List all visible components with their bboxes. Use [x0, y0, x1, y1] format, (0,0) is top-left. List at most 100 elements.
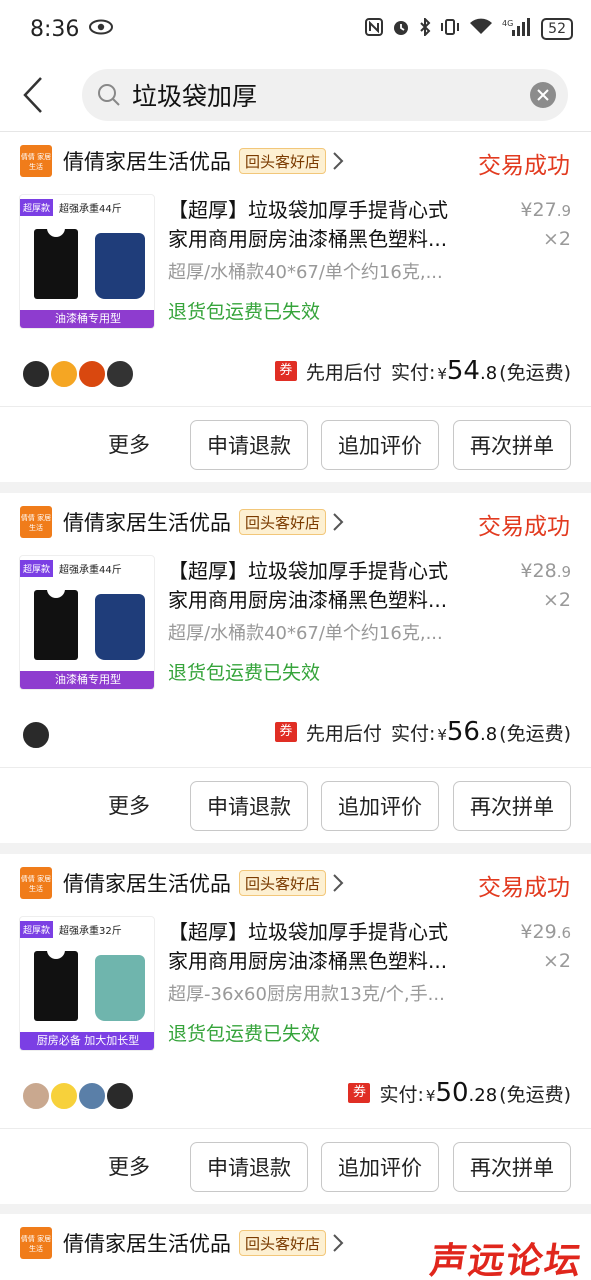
product-image[interactable]: 超厚款 超强承重32斤 厨房必备 加大加长型	[19, 916, 155, 1051]
chevron-right-icon	[332, 150, 348, 172]
product-title[interactable]: 【超厚】垃圾袋加厚手提背心式 家用商用厨房油漆桶黑色塑料...	[168, 557, 502, 615]
currency-symbol: ¥	[437, 365, 447, 383]
more-button[interactable]: 更多	[108, 420, 150, 470]
product-image[interactable]: 超厚款 超强承重44斤 油漆桶专用型	[19, 194, 155, 329]
add-review-button[interactable]: 追加评价	[321, 781, 439, 831]
order-status: 交易成功	[478, 514, 570, 540]
order-actions: 更多 申请退款 追加评价 再次拼单	[0, 781, 591, 831]
bucket-graphic	[95, 594, 145, 660]
avatar	[21, 359, 51, 389]
more-button[interactable]: 更多	[108, 781, 150, 831]
reorder-button[interactable]: 再次拼单	[453, 420, 571, 470]
quantity: ×2	[542, 589, 571, 611]
shipping-note: (免运费)	[499, 362, 571, 384]
payment-summary: 券 先用后付 实付: ¥ 56 .8 (免运费)	[274, 717, 571, 747]
product-spec: 超厚/水桶款40*67/单个约16克,...	[168, 262, 443, 283]
shop-logo: 倩倩 家居生活	[20, 1227, 52, 1259]
shop-tag-badge: 回头客好店	[239, 509, 327, 535]
product-image[interactable]: 超厚款 超强承重44斤 油漆桶专用型	[19, 555, 155, 690]
product-title-line2: 家用商用厨房油漆桶黑色塑料...	[168, 227, 448, 251]
unit-price: ¥28.9	[520, 560, 571, 582]
search-header: 垃圾袋加厚	[0, 58, 591, 132]
more-button[interactable]: 更多	[108, 1142, 150, 1192]
status-time: 8:36	[30, 16, 80, 42]
product-title[interactable]: 【超厚】垃圾袋加厚手提背心式 家用商用厨房油漆桶黑色塑料...	[168, 918, 502, 976]
trash-bag-graphic	[34, 943, 78, 1021]
avatar	[77, 359, 107, 389]
shop-name[interactable]: 倩倩家居生活优品	[63, 507, 231, 537]
clear-icon[interactable]	[530, 81, 556, 108]
image-tag: 超厚款	[20, 920, 54, 938]
currency-symbol: ¥	[425, 1087, 436, 1105]
nfc-icon	[365, 17, 384, 41]
vibrate-icon	[440, 18, 460, 41]
currency-symbol: ¥	[437, 726, 447, 744]
trash-bag-graphic	[34, 221, 78, 299]
amount-decimal: .8	[479, 724, 498, 745]
payment-summary: 券 实付: ¥ 50 .28 (免运费)	[348, 1078, 571, 1108]
refund-button[interactable]: 申请退款	[190, 420, 308, 470]
shop-name[interactable]: 倩倩家居生活优品	[63, 146, 231, 176]
shop-name[interactable]: 倩倩家居生活优品	[63, 1228, 231, 1258]
buyer-avatars	[21, 720, 51, 750]
avatar	[105, 359, 135, 389]
return-shipping-note: 退货包运费已失效	[168, 662, 321, 684]
reorder-button[interactable]: 再次拼单	[453, 781, 571, 831]
pay-method: 先用后付	[305, 723, 382, 745]
shipping-note: (免运费)	[499, 723, 571, 745]
shop-tag-badge: 回头客好店	[239, 148, 327, 174]
paid-label: 实付:	[379, 1084, 424, 1106]
shop-name[interactable]: 倩倩家居生活优品	[63, 868, 231, 898]
watermark: 声远论坛	[427, 1241, 586, 1280]
order-card: 倩倩 家居生活 倩倩家居生活优品 回头客好店 交易成功 超厚款 超强承重44斤 …	[0, 493, 591, 843]
search-icon	[94, 80, 124, 110]
avatar	[77, 1081, 107, 1111]
shop-tag-badge: 回头客好店	[239, 1230, 327, 1256]
image-headline: 超强承重32斤	[59, 925, 122, 937]
svg-text:4G: 4G	[502, 19, 513, 28]
reorder-button[interactable]: 再次拼单	[453, 1142, 571, 1192]
unit-price: ¥27.9	[520, 199, 571, 221]
order-status: 交易成功	[478, 875, 570, 901]
image-banner-bottom: 厨房必备 加大加长型	[20, 1032, 154, 1050]
product-title-line1: 【超厚】垃圾袋加厚手提背心式	[168, 559, 448, 583]
eye-icon	[89, 19, 114, 39]
avatar	[105, 1081, 135, 1111]
order-actions: 更多 申请退款 追加评价 再次拼单	[0, 420, 591, 470]
search-input[interactable]: 垃圾袋加厚	[82, 68, 568, 121]
image-banner-bottom: 油漆桶专用型	[20, 671, 154, 689]
shipping-note: (免运费)	[499, 1084, 571, 1106]
amount-integer: 54	[446, 356, 480, 386]
coupon-badge: 券	[274, 361, 297, 381]
refund-button[interactable]: 申请退款	[190, 1142, 308, 1192]
buyer-avatars	[21, 359, 135, 389]
search-query[interactable]: 垃圾袋加厚	[132, 77, 530, 113]
back-button[interactable]	[0, 58, 66, 132]
chevron-right-icon	[332, 511, 348, 533]
add-review-button[interactable]: 追加评价	[321, 420, 439, 470]
payment-summary: 券 先用后付 实付: ¥ 54 .8 (免运费)	[274, 356, 571, 386]
image-banner-top: 超厚款 超强承重44斤	[20, 556, 154, 580]
shop-tag-label: 回头客好店	[245, 513, 321, 532]
order-card: 倩倩 家居生活 倩倩家居生活优品 回头客好店 交易成功 超厚款 超强承重32斤 …	[0, 854, 591, 1204]
product-title[interactable]: 【超厚】垃圾袋加厚手提背心式 家用商用厨房油漆桶黑色塑料...	[168, 196, 502, 254]
add-review-button[interactable]: 追加评价	[321, 1142, 439, 1192]
paid-label: 实付:	[390, 362, 436, 384]
unit-price-dec: .9	[556, 202, 571, 220]
amount-integer: 50	[435, 1078, 469, 1108]
image-tag: 超厚款	[20, 198, 54, 216]
amount-decimal: .8	[479, 363, 498, 384]
shop-tag-label: 回头客好店	[245, 152, 321, 171]
shop-tag-label: 回头客好店	[245, 874, 321, 893]
shop-logo: 倩倩 家居生活	[20, 867, 52, 899]
wifi-icon	[469, 18, 493, 41]
divider	[0, 406, 591, 407]
refund-button[interactable]: 申请退款	[190, 781, 308, 831]
avatar	[49, 359, 79, 389]
bucket-graphic	[95, 233, 145, 299]
unit-price: ¥29.6	[520, 921, 571, 943]
product-title-line1: 【超厚】垃圾袋加厚手提背心式	[168, 920, 448, 944]
image-banner-top: 超厚款 超强承重44斤	[20, 195, 154, 219]
avatar	[21, 720, 51, 750]
unit-price-int: ¥27	[520, 199, 557, 221]
